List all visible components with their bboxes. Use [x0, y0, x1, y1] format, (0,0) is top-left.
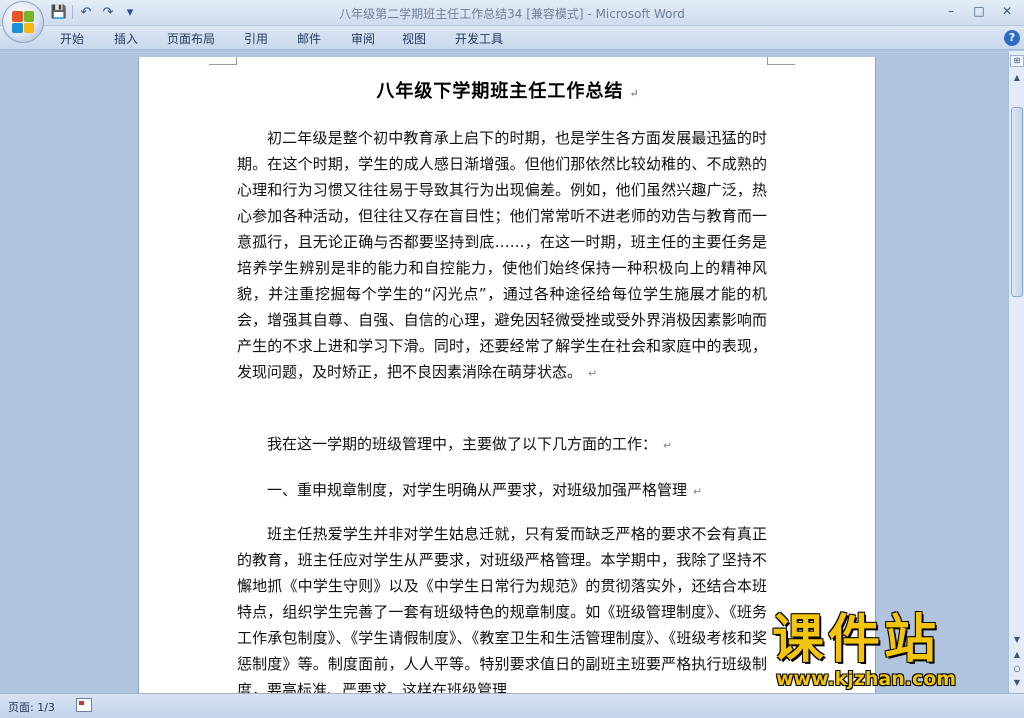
tab-developer[interactable]: 开发工具 [455, 30, 503, 47]
status-bar: 页面: 1/3 [0, 693, 1024, 718]
title-bar: 💾 ↶ ↷ ▾ 八年级第二学期班主任工作总结34 [兼容模式] - Micros… [0, 0, 1024, 26]
office-logo-icon [12, 11, 34, 33]
close-button[interactable]: ✕ [996, 2, 1018, 20]
paragraph-mark: ↵ [663, 439, 673, 452]
paragraph: 班主任热爱学生并非对学生姑息迁就，只有爱而缺乏严格的要求不会有真正的教育，班主任… [237, 525, 767, 693]
proofing-icon[interactable] [76, 698, 92, 712]
scroll-up-icon[interactable]: ▲ [1010, 71, 1024, 85]
watermark-url: www.kjzhan.com [776, 668, 957, 690]
window-controls: – □ ✕ [940, 2, 1018, 20]
browse-object-icon[interactable]: ○ [1011, 663, 1023, 675]
paragraph-mark: ↵ [588, 367, 598, 380]
help-icon[interactable]: ? [1004, 30, 1020, 46]
watermark-text: 课件站 [772, 610, 941, 670]
document-title: 八年级下学期班主任工作总结 ↵ [376, 81, 640, 102]
maximize-button[interactable]: □ [968, 2, 990, 20]
section-heading: 一、重申规章制度，对学生明确从严要求，对班级加强严格管理 ↵ [267, 481, 703, 499]
crop-mark [209, 57, 237, 65]
paragraph-mark: ↵ [693, 485, 703, 498]
paragraph-mark: ↵ [629, 87, 640, 100]
office-button[interactable] [2, 1, 44, 43]
watermark-logo: 课件站 www.kjzhan.com [772, 612, 1008, 692]
tab-review[interactable]: 审阅 [351, 30, 375, 47]
paragraph: 我在这一学期的班级管理中，主要做了以下几方面的工作： ↵ [267, 435, 673, 453]
tab-mailings[interactable]: 邮件 [297, 30, 321, 47]
document-workspace: 八年级下学期班主任工作总结 ↵ 初二年级是整个初中教育承上启下的时期，也是学生各方… [0, 51, 1008, 693]
document-page[interactable]: 八年级下学期班主任工作总结 ↵ 初二年级是整个初中教育承上启下的时期，也是学生各方… [138, 57, 876, 693]
paragraph: 初二年级是整个初中教育承上启下的时期，也是学生各方面发展最迅猛的时期。在这个时期… [237, 129, 767, 381]
scroll-down-icon[interactable]: ▼ [1010, 633, 1024, 647]
minimize-button[interactable]: – [940, 2, 962, 20]
page-indicator[interactable]: 页面: 1/3 [8, 699, 55, 715]
tab-insert[interactable]: 插入 [114, 30, 138, 47]
vertical-scrollbar[interactable]: ⊞ ▲ ▼ ▲ ○ ▼ [1008, 51, 1024, 693]
tab-page-layout[interactable]: 页面布局 [167, 30, 215, 47]
view-ruler-icon[interactable]: ⊞ [1010, 55, 1024, 67]
scroll-thumb[interactable] [1011, 107, 1023, 297]
crop-mark [767, 57, 795, 65]
tab-home[interactable]: 开始 [60, 30, 84, 47]
tab-references[interactable]: 引用 [244, 30, 268, 47]
window-title: 八年级第二学期班主任工作总结34 [兼容模式] - Microsoft Word [339, 7, 685, 21]
next-page-icon[interactable]: ▼ [1011, 677, 1023, 689]
tab-view[interactable]: 视图 [402, 30, 426, 47]
previous-page-icon[interactable]: ▲ [1011, 649, 1023, 661]
ribbon-tab-bar: 开始 插入 页面布局 引用 邮件 审阅 视图 开发工具 ? [0, 26, 1024, 50]
